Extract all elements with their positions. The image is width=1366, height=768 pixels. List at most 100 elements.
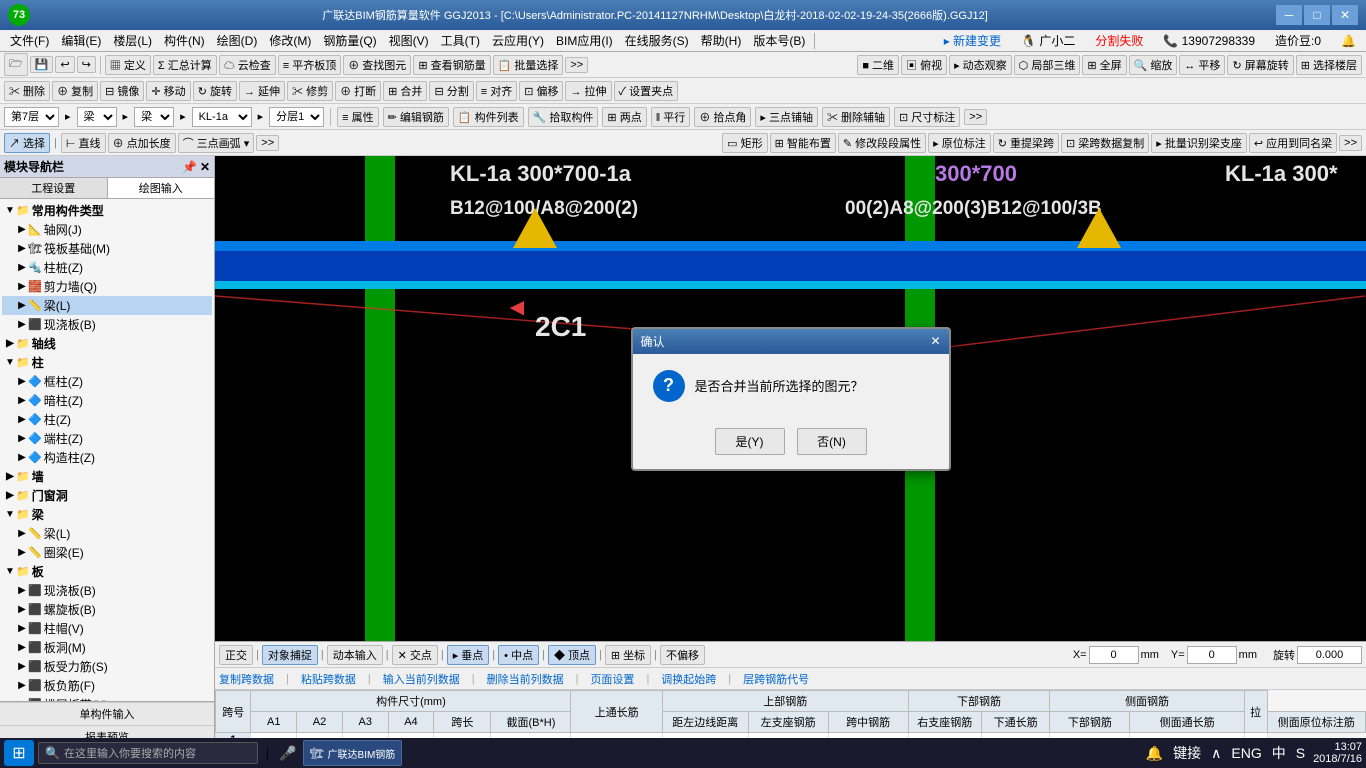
expand-slab-icon[interactable]: ▶: [16, 319, 28, 330]
sidebar-close-icon[interactable]: ✕: [200, 160, 210, 174]
swap-start-span-button[interactable]: 调换起始跨: [661, 671, 716, 687]
align-button[interactable]: ≡ 对齐: [476, 81, 517, 101]
sidebar-pin-icon[interactable]: 📌: [182, 160, 197, 174]
trim-button[interactable]: ✂ 修剪: [287, 81, 333, 101]
menu-component[interactable]: 构件(N): [158, 31, 211, 50]
tab-project-settings[interactable]: 工程设置: [0, 178, 108, 198]
menu-draw[interactable]: 绘图(D): [211, 31, 264, 50]
dimension-button[interactable]: ⊡ 尺寸标注: [894, 107, 960, 127]
tab-draw-input[interactable]: 绘图输入: [108, 178, 215, 198]
tree-item-axis[interactable]: ▶ 📐 轴网(J): [2, 220, 212, 239]
copy-button[interactable]: ⊕ 复制: [52, 81, 98, 101]
grip-button[interactable]: ✓ 设置夹点: [614, 81, 679, 101]
save-button[interactable]: 💾: [30, 56, 54, 73]
perpendicular-button[interactable]: ▸ 垂点: [447, 645, 490, 665]
tree-item-shearwall[interactable]: ▶ 🧱 剪力墙(Q): [2, 277, 212, 296]
taskbar-expand-icon[interactable]: ∧: [1209, 745, 1223, 762]
menu-tools[interactable]: 工具(T): [435, 31, 486, 50]
menu-view[interactable]: 视图(V): [383, 31, 435, 50]
menu-price[interactable]: 造价豆:0: [1269, 31, 1327, 50]
expand-beamgrp-icon[interactable]: ▼: [4, 509, 16, 520]
minimize-button[interactable]: ─: [1276, 5, 1302, 25]
find-element-button[interactable]: ⊕ 查找图元: [343, 55, 411, 75]
expand-pile-icon[interactable]: ▶: [16, 262, 28, 273]
endpoint-button[interactable]: ◆ 顶点: [548, 645, 596, 665]
mic-icon[interactable]: 🎤: [277, 745, 298, 762]
menu-cloud[interactable]: 云应用(Y): [486, 31, 550, 50]
menu-version[interactable]: 版本号(B): [747, 31, 811, 50]
ortho-button[interactable]: 正交: [219, 645, 253, 665]
tree-item-slabnegslab[interactable]: ▶ ⬛ 板负筋(F): [2, 676, 212, 695]
menu-file[interactable]: 文件(F): [4, 31, 55, 50]
more-tb3-button[interactable]: >>: [964, 109, 987, 125]
extend-button[interactable]: → 延伸: [239, 81, 285, 101]
menu-rebar[interactable]: 钢筋量(Q): [317, 31, 382, 50]
midpoint-button[interactable]: • 中点: [498, 645, 539, 665]
merge-button[interactable]: ⊞ 合并: [383, 81, 427, 101]
tree-item-ring-beam[interactable]: ▶ 📏 圈梁(E): [2, 543, 212, 562]
batch-identify-button[interactable]: ▸ 批量识别梁支座: [1151, 133, 1247, 153]
reextract-span-button[interactable]: ↻ 重提梁跨: [993, 133, 1059, 153]
rect-tool-button[interactable]: ▭ 矩形: [722, 133, 767, 153]
canvas-area[interactable]: KL-1a 300*700-1a 300*700 KL-1a 300* B12@…: [215, 156, 1366, 641]
expand-col-icon[interactable]: ▶: [16, 414, 28, 425]
delete-axis-button[interactable]: ✂ 删除辅轴: [822, 107, 890, 127]
modify-segment-button[interactable]: ✎ 修改段段属性: [838, 133, 926, 153]
expand-wall-icon[interactable]: ▶: [4, 471, 16, 482]
expand-slabnegslab-icon[interactable]: ▶: [16, 680, 28, 691]
snap-object-button[interactable]: 对象捕捉: [262, 645, 318, 665]
fullscreen-button[interactable]: ⊞ 全屏: [1082, 55, 1126, 75]
expand-raft-icon[interactable]: ▶: [16, 243, 28, 254]
define-button[interactable]: ▦ 定义: [105, 55, 151, 75]
arc-tool-button[interactable]: ⌒ 三点画弧 ▾: [178, 133, 255, 153]
menu-floor[interactable]: 楼层(L): [107, 31, 158, 50]
span-data-copy-button[interactable]: ⊡ 梁跨数据复制: [1061, 133, 1149, 153]
expand-capital-icon[interactable]: ▶: [16, 623, 28, 634]
expand-common-icon[interactable]: ▼: [4, 205, 16, 216]
expand-column-icon[interactable]: ▼: [4, 357, 16, 368]
more-tb1-button[interactable]: >>: [565, 57, 588, 73]
point-length-button[interactable]: ⊕ 点加长度: [108, 133, 176, 153]
move-button[interactable]: ✛ 移动: [146, 81, 190, 101]
delete-col-button[interactable]: 删除当前列数据: [487, 671, 564, 687]
select-floor-button[interactable]: ⊞ 选择楼层: [1296, 55, 1362, 75]
y-input[interactable]: [1187, 646, 1237, 664]
rotate-button[interactable]: ↻ 旋转: [193, 81, 237, 101]
local-3d-button[interactable]: ⬡ 局部三维: [1014, 55, 1081, 75]
more-tb4-right-button[interactable]: >>: [1339, 135, 1362, 151]
tree-item-spiralslab[interactable]: ▶ ⬛ 螺旋板(B): [2, 600, 212, 619]
cloud-check-button[interactable]: ☁ 云检查: [219, 55, 276, 75]
tree-item-constcol[interactable]: ▶ 🔷 构造柱(Z): [2, 448, 212, 467]
expand-constcol-icon[interactable]: ▶: [16, 452, 28, 463]
parallel-button[interactable]: ‖ 平行: [651, 107, 691, 127]
component-name-select[interactable]: KL-1a: [192, 107, 252, 127]
taskbar-connect-icon[interactable]: 键接: [1171, 743, 1203, 763]
tree-item-slabhole[interactable]: ▶ ⬛ 板洞(M): [2, 638, 212, 657]
property-button[interactable]: ≡ 属性: [337, 107, 378, 127]
batch-select-button[interactable]: 📋 批量选择: [493, 55, 564, 75]
expand-door-icon[interactable]: ▶: [4, 490, 16, 501]
dialog-no-button[interactable]: 否(N): [797, 428, 867, 455]
tree-item-beam[interactable]: ▶ 📏 梁(L): [2, 296, 212, 315]
copy-span-button[interactable]: 复制跨数据: [219, 671, 274, 687]
pick-angle-button[interactable]: ⊕ 拾点角: [694, 107, 751, 127]
top-view-button[interactable]: ▣ 俯视: [901, 55, 947, 75]
menu-bim[interactable]: BIM应用(I): [550, 31, 619, 50]
menu-online[interactable]: 在线服务(S): [619, 31, 695, 50]
tree-item-slab[interactable]: ▶ ⬛ 现浇板(B): [2, 315, 212, 334]
pan-button[interactable]: ↔ 平移: [1179, 55, 1225, 75]
expand-framecol-icon[interactable]: ▶: [16, 376, 28, 387]
rotate-input[interactable]: [1297, 646, 1362, 664]
tree-item-beam2[interactable]: ▶ 📏 梁(L): [2, 524, 212, 543]
expand-endcol-icon[interactable]: ▶: [16, 433, 28, 444]
dialog-close-icon[interactable]: ✕: [930, 334, 940, 348]
expand-slabhole-icon[interactable]: ▶: [16, 642, 28, 653]
dialog-yes-button[interactable]: 是(Y): [715, 428, 785, 455]
dynamic-input-button[interactable]: 动本输入: [327, 645, 383, 665]
2d-button[interactable]: ■ 二维: [857, 55, 899, 75]
taskbar-input-s-icon[interactable]: S: [1294, 745, 1307, 761]
tree-group-axis[interactable]: ▶ 📁 轴线: [2, 334, 212, 353]
maximize-button[interactable]: □: [1304, 5, 1330, 25]
summary-button[interactable]: Σ 汇总计算: [153, 55, 217, 75]
tree-item-endcol[interactable]: ▶ 🔷 端柱(Z): [2, 429, 212, 448]
